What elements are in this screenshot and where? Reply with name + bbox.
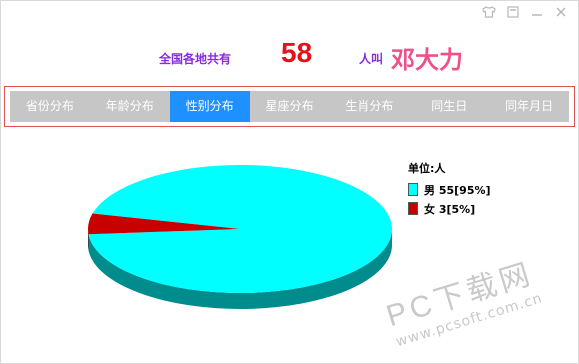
legend-label-female: 女 3[5%] xyxy=(424,202,476,216)
tab-age[interactable]: 年龄分布 xyxy=(90,91,170,122)
window-controls xyxy=(480,4,570,20)
count-prefix-label: 全国各地共有 xyxy=(159,52,232,66)
legend-item-female: 女 3[5%] xyxy=(408,199,491,218)
gender-pie-chart xyxy=(88,164,393,309)
legend-swatch-male xyxy=(408,183,418,196)
legend-title: 单位:人 xyxy=(408,162,446,175)
tab-same-birthday[interactable]: 同生日 xyxy=(409,91,489,122)
skin-icon[interactable] xyxy=(480,4,498,20)
tab-bar: 省份分布 年龄分布 性别分布 星座分布 生肖分布 同生日 同年月日 xyxy=(10,91,569,122)
searched-name: 邓大力 xyxy=(391,46,463,74)
restore-icon[interactable] xyxy=(504,4,522,20)
tab-province[interactable]: 省份分布 xyxy=(10,91,90,122)
name-count: 58 xyxy=(281,37,313,68)
tab-gender[interactable]: 性别分布 xyxy=(169,91,250,122)
tab-same-birthdate[interactable]: 同年月日 xyxy=(489,91,569,122)
app-window: 全国各地共有 58 人叫 邓大力 省份分布 年龄分布 性别分布 星座分布 生肖分… xyxy=(0,0,579,364)
tab-constellation[interactable]: 星座分布 xyxy=(250,91,330,122)
close-icon[interactable] xyxy=(552,4,570,20)
summary-header: 全国各地共有 58 人叫 邓大力 xyxy=(1,36,579,76)
tab-bar-frame: 省份分布 年龄分布 性别分布 星座分布 生肖分布 同生日 同年月日 xyxy=(4,86,575,127)
minimize-icon[interactable] xyxy=(528,4,546,20)
legend-label-male: 男 55[95%] xyxy=(424,183,491,197)
legend-item-male: 男 55[95%] xyxy=(408,180,491,199)
name-suffix-label: 人叫 xyxy=(359,52,384,66)
legend-swatch-female xyxy=(408,202,418,215)
chart-legend: 单位:人 男 55[95%] 女 3[5%] xyxy=(408,160,491,218)
tab-zodiac[interactable]: 生肖分布 xyxy=(329,91,409,122)
